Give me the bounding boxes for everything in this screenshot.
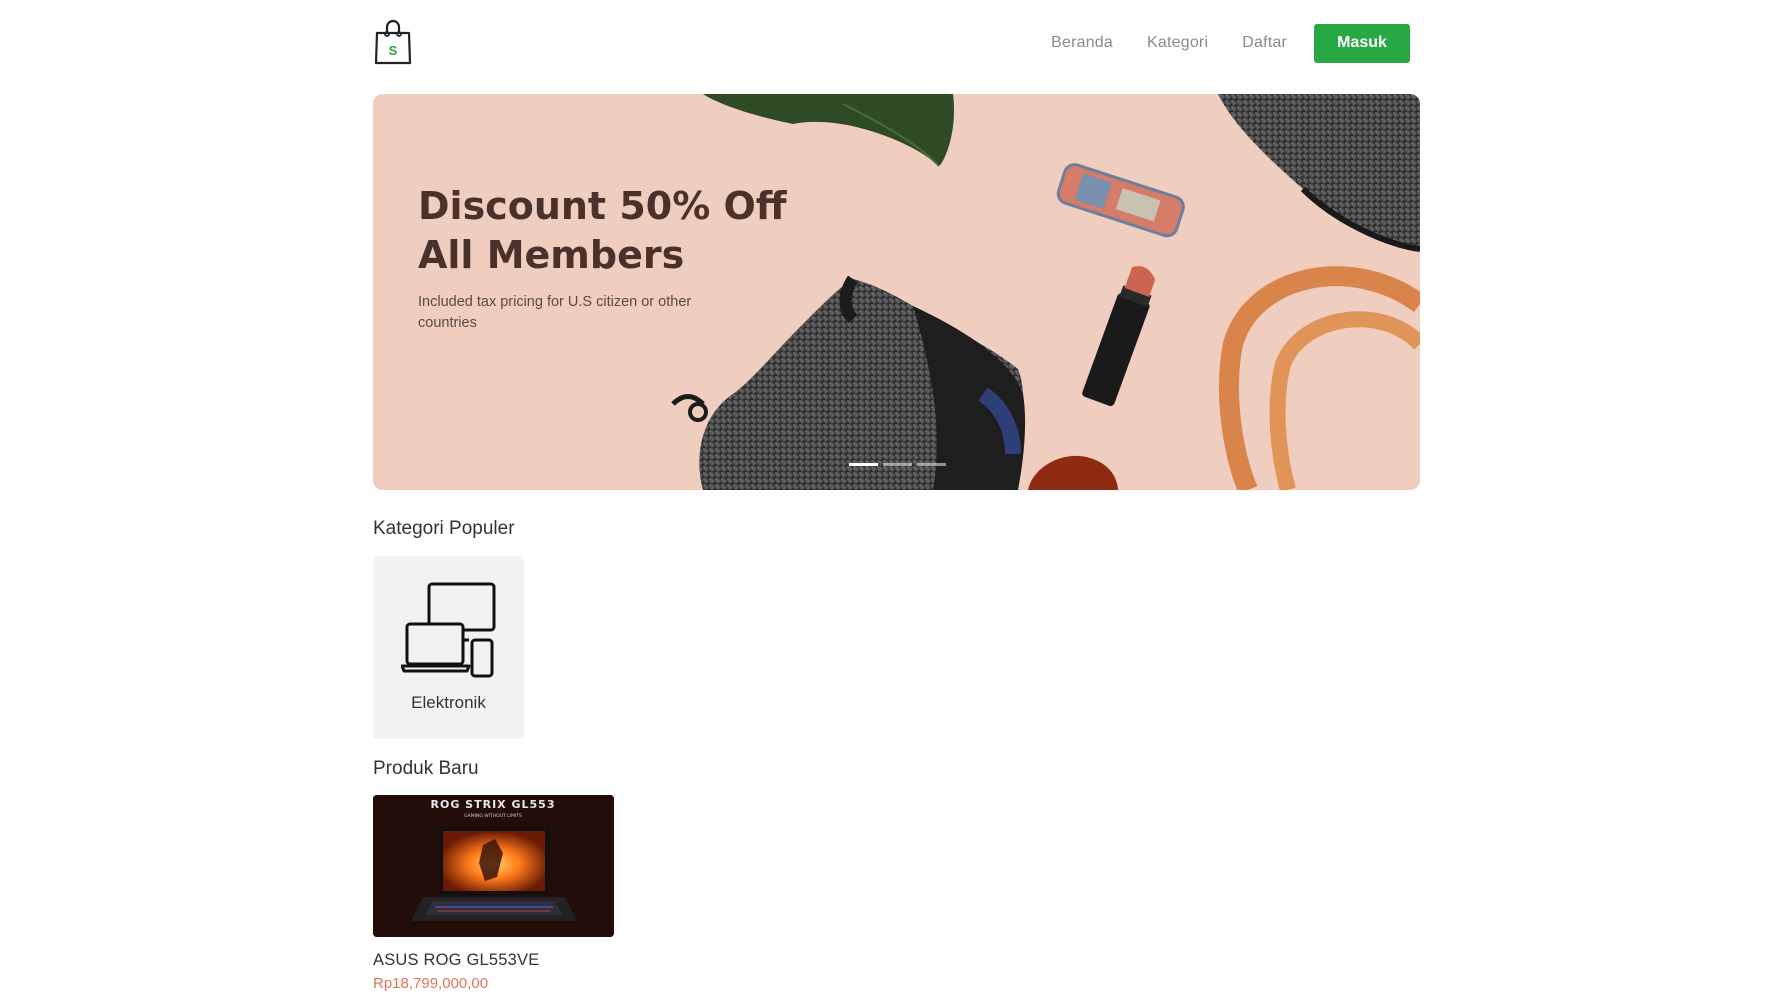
page: S Beranda Kategori Daftar Masuk Discount… — [0, 0, 1788, 994]
product-card[interactable]: ROG STRIX GL553 GAMING WITHOUT LIMITS AS… — [373, 795, 614, 992]
popular-categories-heading: Kategori Populer — [373, 518, 515, 539]
product-image-tagline: GAMING WITHOUT LIMITS — [464, 813, 522, 819]
hero-subtitle: Included tax pricing for U.S citizen or … — [418, 294, 692, 331]
product-name: ASUS ROG GL553VE — [373, 951, 540, 969]
category-card-elektronik[interactable]: Elektronik — [373, 556, 524, 739]
product-price: Rp18,799,000,00 — [373, 975, 489, 992]
carousel-indicator-3[interactable] — [917, 463, 946, 466]
logo-letter: S — [389, 43, 398, 58]
devices-icon — [401, 582, 496, 678]
nav-link-daftar[interactable]: Daftar — [1242, 34, 1287, 52]
hero-carousel[interactable]: Discount 50% Off All Members Included ta… — [373, 94, 1420, 490]
navbar: S Beranda Kategori Daftar Masuk — [373, 0, 1420, 86]
login-button[interactable]: Masuk — [1314, 23, 1410, 63]
carousel-indicator-1[interactable] — [849, 463, 878, 466]
nav-links: Beranda Kategori Daftar Masuk — [1051, 23, 1410, 63]
carousel-indicator-2[interactable] — [883, 463, 912, 466]
category-label: Elektronik — [411, 693, 486, 712]
product-image[interactable]: ROG STRIX GL553 GAMING WITHOUT LIMITS — [373, 795, 614, 937]
nav-link-beranda[interactable]: Beranda — [1051, 34, 1113, 52]
new-products-heading: Produk Baru — [373, 758, 479, 779]
shopping-bag-logo-icon[interactable]: S — [373, 17, 413, 67]
hero-title: Discount 50% Off All Members — [418, 184, 787, 277]
product-image-caption: ROG STRIX GL553 — [431, 798, 556, 811]
main-container: S Beranda Kategori Daftar Masuk Discount… — [373, 0, 1420, 992]
nav-link-kategori[interactable]: Kategori — [1147, 34, 1208, 52]
carousel-indicators — [849, 463, 951, 466]
